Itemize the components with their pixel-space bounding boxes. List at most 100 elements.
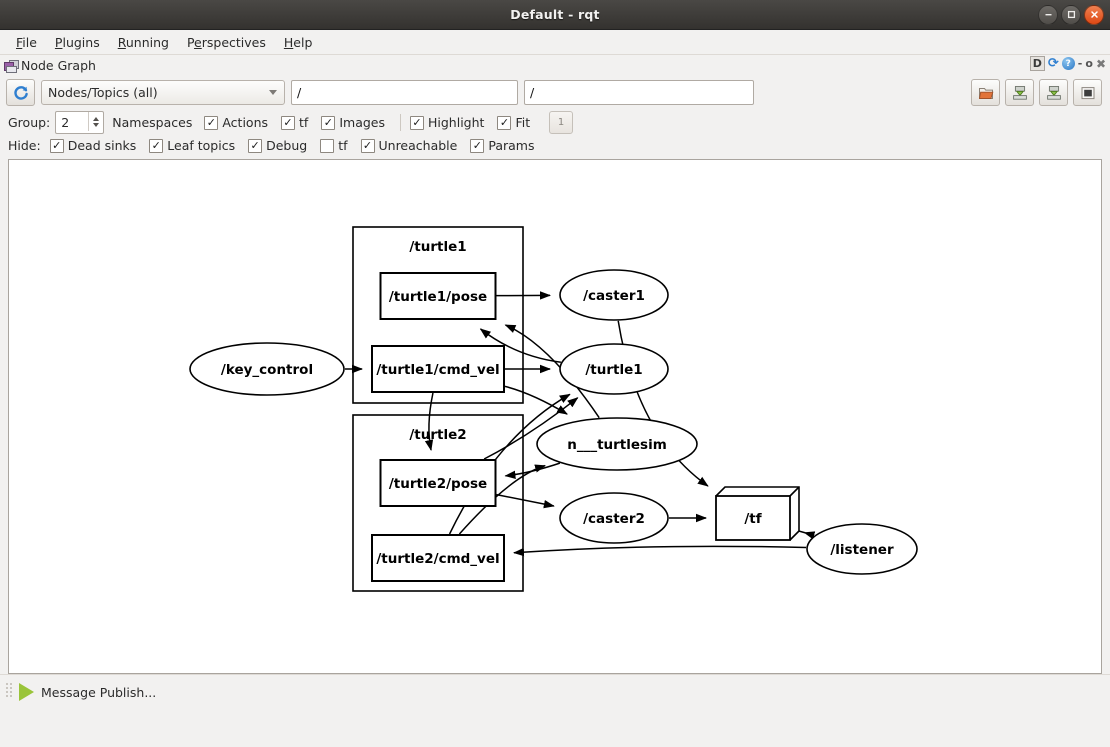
plugin-dock-controls: D ⟳ ? - o ✖ (1029, 56, 1106, 71)
checkbox-leaf-topics[interactable]: ✓ Leaf topics (149, 138, 235, 153)
plugin-title-group: Node Graph (4, 58, 96, 73)
menu-plugins[interactable]: Plugins (47, 33, 108, 52)
checkbox-highlight[interactable]: ✓ Highlight (410, 115, 484, 130)
graph-node[interactable]: /caster1 (559, 269, 669, 321)
checkbox-box: ✓ (204, 115, 219, 130)
menu-help-label: elp (293, 34, 313, 50)
float-button[interactable]: o (1085, 57, 1093, 70)
checkbox-images-label: Images (339, 115, 385, 130)
checkbox-box: ✓ (410, 115, 424, 130)
minimize-button[interactable]: - (1078, 57, 1083, 70)
checkbox-box: ✓ (248, 138, 263, 153)
graph-node[interactable]: /key_control (189, 342, 345, 396)
checkbox-images[interactable]: ✓ Images (321, 115, 385, 130)
node-filter-input[interactable] (524, 80, 754, 105)
checkbox-box: ✓ (360, 138, 375, 153)
refresh-button[interactable] (6, 79, 35, 106)
checkbox-actions-label: Actions (222, 115, 269, 130)
checkbox-dead-sinks[interactable]: ✓ Dead sinks (49, 138, 137, 153)
drag-handle-icon[interactable] (6, 683, 12, 701)
ros-node-graph[interactable]: /turtle1/turtle2 /turtle1/pose/turtle1/c… (9, 160, 1101, 662)
message-publish-bar: Message Publish... (0, 674, 1110, 709)
group-spinbox[interactable]: 2 (55, 111, 105, 134)
menu-perspectives[interactable]: Perspectives (179, 33, 274, 52)
checkbox-box: ✓ (470, 138, 485, 153)
checkbox-fit[interactable]: ✓ Fit (497, 115, 530, 130)
folder-open-icon (978, 87, 993, 99)
message-publish-label: Message Publish... (41, 684, 157, 700)
graph-toolbar: Nodes/Topics (all) (0, 76, 1110, 109)
group-value: 2 (61, 115, 70, 130)
refresh-icon (13, 85, 28, 100)
checkbox-tf-label: tf (299, 115, 309, 130)
checkbox-params[interactable]: ✓ Params (470, 138, 534, 153)
node-label: n___turtlesim (567, 437, 667, 453)
graph-type-select[interactable]: Nodes/Topics (all) (41, 80, 285, 105)
node-label: /listener (830, 542, 894, 558)
spinner-arrows[interactable] (88, 112, 102, 131)
graph-edge (504, 462, 561, 479)
checkbox-box: ✓ (321, 115, 336, 130)
save-dot-button[interactable] (1005, 79, 1034, 106)
checkbox-unreachable-label: Unreachable (378, 138, 458, 153)
node-graph-canvas[interactable]: /turtle1/turtle2 /turtle1/pose/turtle1/c… (8, 159, 1102, 674)
node-graph-icon (4, 59, 19, 73)
help-button[interactable]: ? (1061, 57, 1075, 70)
load-dot-button[interactable] (971, 79, 1000, 106)
menu-running-label: unning (125, 34, 169, 50)
graph-node[interactable]: /listener (806, 523, 918, 575)
graph-options-row-2: Hide: ✓ Dead sinks ✓ Leaf topics ✓ Debug… (0, 136, 1110, 155)
save-image-button[interactable] (1039, 79, 1068, 106)
group-label: Group: (8, 115, 51, 130)
cluster-label: /turtle2 (409, 427, 466, 443)
graph-topic-node-3d[interactable]: /tf (715, 486, 800, 541)
reload-button[interactable]: ⟳ (1048, 56, 1059, 71)
graph-topic-node[interactable]: /turtle2/pose (379, 459, 497, 507)
fit-in-view-button[interactable] (1073, 79, 1102, 106)
node-label: /turtle1/cmd_vel (376, 362, 499, 378)
minimize-window-button[interactable] (1038, 4, 1058, 25)
checkbox-box: ✓ (149, 138, 164, 153)
menu-perspectives-label: rspectives (201, 34, 266, 50)
rqt-window: Default - rqt File Plugins Running Persp… (0, 0, 1110, 747)
fit-view-icon (1081, 86, 1094, 99)
graph-topic-node[interactable]: /turtle2/cmd_vel (371, 534, 505, 582)
graph-node[interactable]: n___turtlesim (536, 417, 698, 471)
close-icon[interactable]: ✖ (1096, 57, 1106, 71)
save-image-icon (1046, 85, 1061, 100)
menu-help[interactable]: Help (276, 33, 321, 52)
menu-running[interactable]: Running (110, 33, 177, 52)
checkbox-box (320, 138, 335, 153)
graph-edge (513, 545, 807, 557)
status-bar (0, 709, 1110, 747)
graph-node[interactable]: /turtle1 (559, 343, 669, 395)
maximize-window-button[interactable] (1061, 4, 1081, 25)
node-label: /tf (744, 511, 761, 527)
cluster-label: /turtle1 (409, 239, 466, 255)
menu-file[interactable]: File (8, 33, 45, 52)
graph-edge (504, 385, 568, 415)
graph-topic-node[interactable]: /turtle1/pose (379, 272, 497, 320)
menu-file-label: ile (22, 34, 37, 50)
topic-filter-input[interactable] (291, 80, 518, 105)
menu-plugins-label: lugins (62, 34, 100, 50)
play-icon[interactable] (19, 683, 34, 701)
checkbox-hide-tf[interactable]: tf (320, 138, 348, 153)
checkbox-dead-sinks-label: Dead sinks (67, 138, 137, 153)
checkbox-hide-tf-label: tf (338, 138, 348, 153)
graph-topic-node[interactable]: /turtle1/cmd_vel (371, 345, 505, 393)
checkbox-tf[interactable]: ✓ tf (281, 115, 308, 130)
checkbox-highlight-label: Highlight (428, 115, 485, 130)
graph-nodes: /turtle1/pose/turtle1/cmd_vel/turtle2/po… (189, 269, 918, 582)
checkbox-unreachable[interactable]: ✓ Unreachable (360, 138, 458, 153)
checkbox-actions[interactable]: ✓ Actions (204, 115, 268, 130)
checkbox-debug-label: Debug (266, 138, 308, 153)
zoom-count-button[interactable]: 1 (549, 111, 574, 134)
node-label: /turtle2/cmd_vel (376, 551, 499, 567)
dockable-button[interactable]: D (1029, 56, 1045, 71)
graph-node[interactable]: /caster2 (559, 492, 669, 544)
close-window-button[interactable] (1084, 4, 1104, 25)
chevron-down-icon (269, 90, 277, 95)
checkbox-debug[interactable]: ✓ Debug (248, 138, 307, 153)
checkbox-params-label: Params (488, 138, 535, 153)
